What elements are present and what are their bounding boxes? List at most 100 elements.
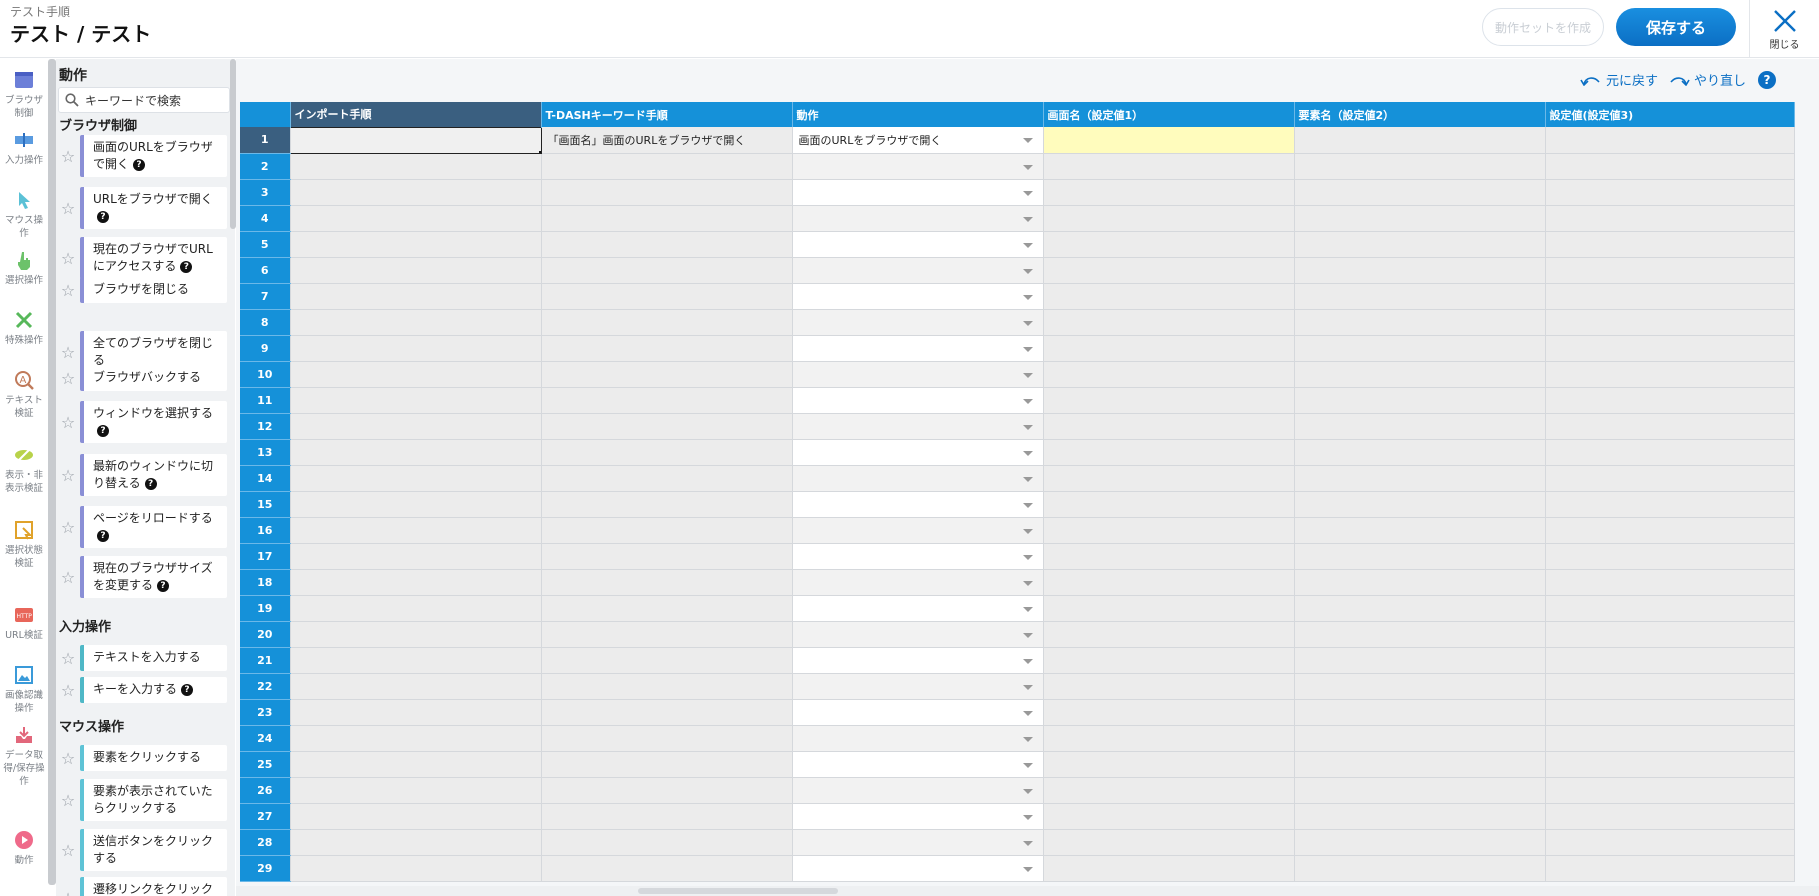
cell-keyword[interactable] xyxy=(541,257,793,284)
cell-import[interactable] xyxy=(290,283,542,310)
cell-action-dropdown[interactable] xyxy=(792,439,1044,466)
row-number[interactable]: 7 xyxy=(240,283,291,310)
cell-keyword[interactable] xyxy=(541,647,793,674)
cell-keyword[interactable] xyxy=(541,595,793,622)
cell-keyword[interactable] xyxy=(541,335,793,362)
row-number[interactable]: 14 xyxy=(240,465,291,492)
cell-element-name[interactable] xyxy=(1294,621,1546,648)
cell-import[interactable] xyxy=(290,309,542,336)
cell-screen-name[interactable] xyxy=(1043,283,1295,310)
cell-element-name[interactable] xyxy=(1294,855,1546,882)
cell-value[interactable] xyxy=(1545,231,1795,258)
rail-scrollbar[interactable] xyxy=(48,59,56,885)
cell-action-dropdown[interactable] xyxy=(792,335,1044,362)
palette-action-item[interactable]: ☆ ウィンドウを選択する? xyxy=(56,401,231,443)
cell-import[interactable] xyxy=(289,126,542,154)
cell-import[interactable] xyxy=(290,153,542,180)
star-icon[interactable]: ☆ xyxy=(56,147,80,166)
cell-value[interactable] xyxy=(1545,283,1795,310)
cell-screen-name[interactable] xyxy=(1043,465,1295,492)
cell-keyword[interactable] xyxy=(541,543,793,570)
cell-import[interactable] xyxy=(290,595,542,622)
cell-value[interactable] xyxy=(1545,361,1795,388)
cell-action-dropdown[interactable] xyxy=(792,699,1044,726)
chevron-down-icon[interactable] xyxy=(1022,814,1033,820)
palette-action-item[interactable]: ☆ ページをリロードする? xyxy=(56,506,231,548)
create-action-set-button[interactable]: 動作セットを作成 xyxy=(1482,8,1604,46)
help-icon[interactable]: ? xyxy=(97,529,109,542)
row-number[interactable]: 17 xyxy=(240,543,291,570)
cell-value[interactable] xyxy=(1545,647,1795,674)
cell-keyword[interactable] xyxy=(541,803,793,830)
cell-element-name[interactable] xyxy=(1294,595,1546,622)
cell-import[interactable] xyxy=(290,413,542,440)
star-icon[interactable]: ☆ xyxy=(56,369,80,388)
cell-element-name[interactable] xyxy=(1294,179,1546,206)
help-icon[interactable]: ? xyxy=(1758,71,1776,89)
chevron-down-icon[interactable] xyxy=(1022,346,1033,352)
rail-item-5[interactable]: 特殊操作 xyxy=(0,309,48,347)
rail-item-6[interactable]: A テキスト検証 xyxy=(0,369,48,420)
redo-button[interactable]: やり直し xyxy=(1668,70,1746,89)
row-number[interactable]: 16 xyxy=(240,517,291,544)
palette-action-item[interactable]: ☆ 遷移リンクをクリックす xyxy=(56,877,231,896)
column-header-element-name[interactable]: 要素名（設定値2） xyxy=(1294,102,1546,127)
cell-element-name[interactable] xyxy=(1294,153,1546,180)
row-number[interactable]: 21 xyxy=(240,647,291,674)
chevron-down-icon[interactable] xyxy=(1022,606,1033,612)
row-number[interactable]: 3 xyxy=(240,179,291,206)
cell-import[interactable] xyxy=(290,231,542,258)
row-number[interactable]: 13 xyxy=(240,439,291,466)
cell-keyword[interactable] xyxy=(541,283,793,310)
chevron-down-icon[interactable] xyxy=(1022,268,1033,274)
cell-element-name[interactable] xyxy=(1294,803,1546,830)
palette-action-card[interactable]: ウィンドウを選択する? xyxy=(80,401,227,443)
cell-element-name[interactable] xyxy=(1294,647,1546,674)
cell-action-dropdown[interactable] xyxy=(792,829,1044,856)
palette-action-card[interactable]: URLをブラウザで開く? xyxy=(80,187,227,229)
cell-import[interactable] xyxy=(290,361,542,388)
cell-screen-name[interactable] xyxy=(1043,751,1295,778)
cell-keyword[interactable] xyxy=(541,751,793,778)
cell-keyword[interactable] xyxy=(541,673,793,700)
cell-import[interactable] xyxy=(290,179,542,206)
rail-item-8[interactable]: 選択状態検証 xyxy=(0,519,48,570)
save-button[interactable]: 保存する xyxy=(1616,8,1736,46)
cell-action-dropdown[interactable] xyxy=(792,257,1044,284)
cell-value[interactable] xyxy=(1545,543,1795,570)
row-number[interactable]: 26 xyxy=(240,777,291,804)
palette-action-item[interactable]: ☆ URLをブラウザで開く? xyxy=(56,187,231,229)
chevron-down-icon[interactable] xyxy=(1022,190,1033,196)
cell-element-name[interactable] xyxy=(1294,309,1546,336)
cell-keyword[interactable] xyxy=(541,465,793,492)
cell-element-name[interactable] xyxy=(1294,673,1546,700)
cell-screen-name[interactable] xyxy=(1043,647,1295,674)
cell-action-dropdown[interactable] xyxy=(792,179,1044,206)
chevron-down-icon[interactable] xyxy=(1022,476,1033,482)
cell-element-name[interactable] xyxy=(1294,491,1546,518)
star-icon[interactable]: ☆ xyxy=(56,681,80,700)
cell-keyword[interactable] xyxy=(541,621,793,648)
help-icon[interactable]: ? xyxy=(144,477,157,490)
column-header-screen-name[interactable]: 画面名（設定値1） xyxy=(1043,102,1295,127)
cell-keyword[interactable] xyxy=(541,205,793,232)
chevron-down-icon[interactable] xyxy=(1022,398,1033,404)
palette-action-card[interactable]: 要素をクリックする xyxy=(80,745,227,771)
cell-action-dropdown[interactable] xyxy=(792,491,1044,518)
column-header-action[interactable]: 動作 xyxy=(792,102,1044,127)
cell-keyword[interactable] xyxy=(541,231,793,258)
row-number[interactable]: 22 xyxy=(240,673,291,700)
chevron-down-icon[interactable] xyxy=(1022,528,1033,534)
star-icon[interactable]: ☆ xyxy=(56,841,80,860)
chevron-down-icon[interactable] xyxy=(1022,164,1033,170)
cell-keyword[interactable] xyxy=(541,855,793,882)
cell-action-dropdown[interactable] xyxy=(792,205,1044,232)
chevron-down-icon[interactable] xyxy=(1022,450,1033,456)
star-icon[interactable]: ☆ xyxy=(56,518,80,537)
cell-import[interactable] xyxy=(290,569,542,596)
rail-item-7[interactable]: 表示・非表示検証 xyxy=(0,444,48,495)
cell-screen-name[interactable] xyxy=(1043,231,1295,258)
cell-screen-name[interactable] xyxy=(1043,725,1295,752)
rail-item-11[interactable]: データ取得/保存操作 xyxy=(0,724,48,788)
star-icon[interactable]: ☆ xyxy=(56,343,80,362)
